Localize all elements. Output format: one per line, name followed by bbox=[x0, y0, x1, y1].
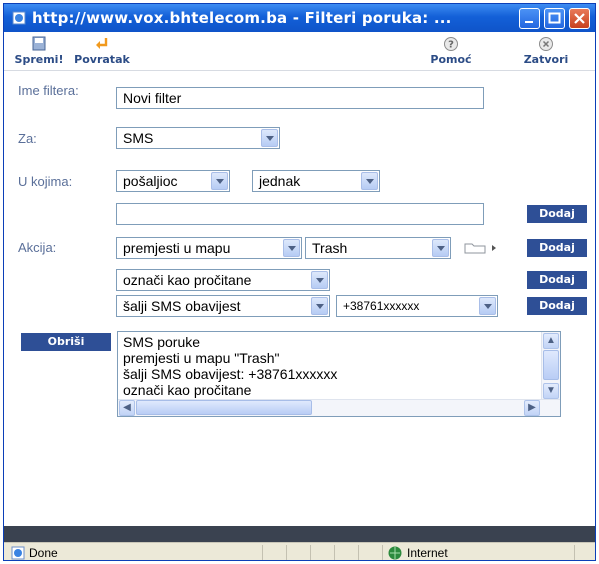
page-footer-band bbox=[4, 526, 595, 542]
scroll-thumb-horizontal[interactable] bbox=[136, 400, 312, 415]
save-icon bbox=[32, 36, 46, 51]
where-label: U kojima: bbox=[18, 174, 73, 189]
back-arrow-icon bbox=[96, 38, 108, 49]
page-done-icon bbox=[11, 546, 25, 560]
scroll-up-icon[interactable]: ▲ bbox=[543, 333, 559, 349]
security-zone-label: Internet bbox=[407, 546, 448, 560]
for-label: Za: bbox=[18, 131, 37, 146]
back-button[interactable]: Povratak bbox=[68, 32, 136, 70]
summary-line: premjesti u mapu "Trash" bbox=[123, 350, 280, 366]
scroll-down-icon[interactable]: ▼ bbox=[543, 383, 559, 399]
delete-button[interactable]: Obriši bbox=[21, 333, 111, 351]
toolbar: Spremi! Povratak ? Pomoć Zatvori bbox=[4, 32, 595, 71]
chevron-down-icon bbox=[261, 129, 278, 147]
chevron-down-icon bbox=[479, 297, 496, 315]
status-bar: Done Internet bbox=[4, 542, 595, 560]
add-condition-button[interactable]: Dodaj bbox=[527, 205, 587, 223]
help-label: Pomoć bbox=[430, 53, 472, 66]
action-select-3[interactable]: šalji SMS obavijest bbox=[116, 295, 330, 317]
add-action-button-1[interactable]: Dodaj bbox=[527, 239, 587, 257]
close-toolbar-button[interactable]: Zatvori bbox=[514, 32, 578, 70]
message-type-value: SMS bbox=[123, 130, 154, 146]
maximize-icon bbox=[548, 12, 561, 24]
vertical-scrollbar[interactable]: ▲ ▼ bbox=[541, 332, 560, 400]
save-button[interactable]: Spremi! bbox=[10, 32, 68, 70]
filter-name-input[interactable]: Novi filter bbox=[116, 87, 484, 109]
action-1-value: premjesti u mapu bbox=[123, 240, 231, 256]
condition-value-input[interactable] bbox=[116, 203, 484, 225]
condition-field-value: pošaljioc bbox=[123, 173, 178, 189]
folder-select[interactable]: Trash bbox=[305, 237, 451, 259]
chevron-down-icon bbox=[432, 239, 449, 257]
add-action-button-3[interactable]: Dodaj bbox=[527, 297, 587, 315]
save-label: Spremi! bbox=[14, 53, 64, 66]
maximize-button[interactable] bbox=[544, 8, 565, 29]
close-label: Zatvori bbox=[523, 53, 569, 66]
minimize-button[interactable] bbox=[519, 8, 540, 29]
horizontal-scrollbar[interactable]: ◀ ▶ bbox=[118, 399, 560, 416]
help-icon: ? bbox=[444, 37, 458, 51]
action-2-value: označi kao pročitane bbox=[123, 272, 252, 288]
minimize-icon bbox=[525, 21, 533, 23]
action-3-value: šalji SMS obavijest bbox=[123, 298, 241, 314]
summary-line: šalji SMS obavijest: +38761xxxxxx bbox=[123, 366, 338, 382]
message-type-select[interactable]: SMS bbox=[116, 127, 280, 149]
scroll-thumb-vertical[interactable] bbox=[543, 350, 559, 380]
condition-operator-select[interactable]: jednak bbox=[252, 170, 380, 192]
chevron-down-icon bbox=[311, 297, 328, 315]
chevron-down-icon bbox=[311, 271, 328, 289]
summary-line: SMS poruke bbox=[123, 334, 201, 350]
window-title: http://www.vox.bhtelecom.ba - Filteri po… bbox=[32, 9, 452, 27]
help-button[interactable]: ? Pomoć bbox=[422, 32, 480, 70]
scroll-left-icon[interactable]: ◀ bbox=[119, 400, 135, 416]
action-select-1[interactable]: premjesti u mapu bbox=[116, 237, 302, 259]
add-action-button-2[interactable]: Dodaj bbox=[527, 271, 587, 289]
filter-summary-text: SMS poruke premjesti u mapu "Trash" šalj… bbox=[123, 334, 538, 398]
filter-summary-textarea[interactable]: SMS poruke premjesti u mapu "Trash" šalj… bbox=[117, 331, 561, 417]
ie-page-icon bbox=[12, 11, 26, 25]
browser-popup-window: http://www.vox.bhtelecom.ba - Filteri po… bbox=[3, 3, 596, 561]
phone-value: +38761xxxxxx bbox=[343, 299, 420, 313]
close-icon bbox=[574, 13, 585, 24]
action-label: Akcija: bbox=[18, 240, 57, 255]
close-window-button[interactable] bbox=[569, 8, 590, 29]
scroll-right-icon[interactable]: ▶ bbox=[524, 400, 540, 416]
phone-select[interactable]: +38761xxxxxx bbox=[336, 295, 498, 317]
filter-name-label: Ime filtera: bbox=[18, 83, 79, 98]
action-select-2[interactable]: označi kao pročitane bbox=[116, 269, 330, 291]
internet-zone-icon bbox=[388, 546, 402, 560]
condition-field-select[interactable]: pošaljioc bbox=[116, 170, 230, 192]
svg-text:?: ? bbox=[448, 40, 454, 51]
close-circle-icon bbox=[539, 37, 553, 51]
title-bar[interactable]: http://www.vox.bhtelecom.ba - Filteri po… bbox=[4, 4, 595, 32]
status-text: Done bbox=[29, 546, 58, 560]
folder-value: Trash bbox=[312, 240, 348, 256]
back-label: Povratak bbox=[74, 53, 130, 66]
folder-pointer-icon[interactable] bbox=[463, 240, 503, 256]
condition-operator-value: jednak bbox=[259, 173, 301, 189]
summary-line: označi kao pročitane bbox=[123, 382, 252, 398]
chevron-down-icon bbox=[361, 172, 378, 190]
chevron-down-icon bbox=[283, 239, 300, 257]
chevron-down-icon bbox=[211, 172, 228, 190]
